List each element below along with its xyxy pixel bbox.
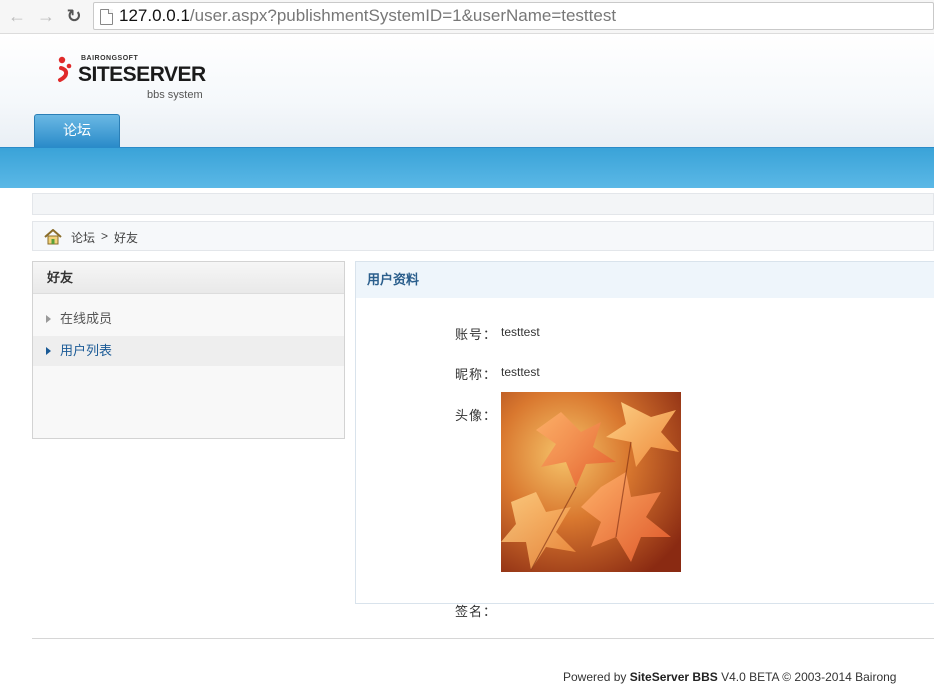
arrow-right-icon xyxy=(46,347,51,355)
forward-icon[interactable]: → xyxy=(35,5,57,27)
account-value: testtest xyxy=(501,325,540,339)
browser-toolbar: ← → ↻ 127.0.0.1/user.aspx?publishmentSys… xyxy=(0,0,934,34)
arrow-right-icon xyxy=(46,315,51,323)
sidebar-title: 好友 xyxy=(33,262,344,294)
avatar xyxy=(501,392,681,572)
nav-strip xyxy=(0,147,934,188)
logo-mark-icon xyxy=(58,56,72,82)
breadcrumb-forum-link[interactable]: 论坛 xyxy=(71,229,95,246)
reload-icon[interactable]: ↻ xyxy=(63,5,85,27)
logo-top-text: BAIRONGSOFT xyxy=(81,55,139,62)
footer-brand: SiteServer BBS xyxy=(629,670,718,684)
sidebar: 好友 在线成员 用户列表 xyxy=(32,261,345,439)
sidebar-item-user-list[interactable]: 用户列表 xyxy=(33,336,344,366)
logo-main-text: SITESERVER xyxy=(78,63,206,86)
url-host: 127.0.0.1 xyxy=(119,6,190,25)
account-label: 账号： xyxy=(455,327,498,342)
breadcrumb-separator: > xyxy=(101,229,109,243)
home-icon[interactable] xyxy=(44,229,62,245)
page-icon xyxy=(100,9,113,25)
nickname-value: testtest xyxy=(501,365,540,379)
logo-sub-text: bbs system xyxy=(147,89,203,101)
url-path: /user.aspx?publishmentSystemID=1&userNam… xyxy=(189,6,617,25)
avatar-label: 头像： xyxy=(455,408,498,423)
footer-prefix: Powered by xyxy=(563,670,630,684)
breadcrumb-current: 好友 xyxy=(114,231,139,245)
footer-divider xyxy=(32,638,934,639)
url-text: 127.0.0.1/user.aspx?publishmentSystemID=… xyxy=(119,5,616,27)
breadcrumb: 论坛 > 好友 xyxy=(32,221,934,251)
footer: Powered by SiteServer BBS V4.0 BETA © 20… xyxy=(563,670,896,684)
tab-forum[interactable]: 论坛 xyxy=(34,114,120,147)
sidebar-item-online-members[interactable]: 在线成员 xyxy=(33,304,344,334)
back-icon[interactable]: ← xyxy=(6,5,28,27)
sidebar-item-label: 用户列表 xyxy=(60,343,113,358)
sidebar-item-label: 在线成员 xyxy=(60,311,113,326)
address-bar[interactable]: 127.0.0.1/user.aspx?publishmentSystemID=… xyxy=(93,2,934,30)
site-header: BAIRONGSOFT SITESERVER bbs system 论坛 xyxy=(0,34,934,147)
signature-label: 签名： xyxy=(455,604,498,619)
nickname-label: 昵称： xyxy=(455,367,498,382)
footer-suffix: V4.0 BETA © 2003-2014 Bairong xyxy=(717,670,897,684)
panel-title: 用户资料 xyxy=(356,262,934,298)
site-logo[interactable]: BAIRONGSOFT SITESERVER bbs system xyxy=(56,54,216,104)
toolbar-strip xyxy=(32,193,934,215)
